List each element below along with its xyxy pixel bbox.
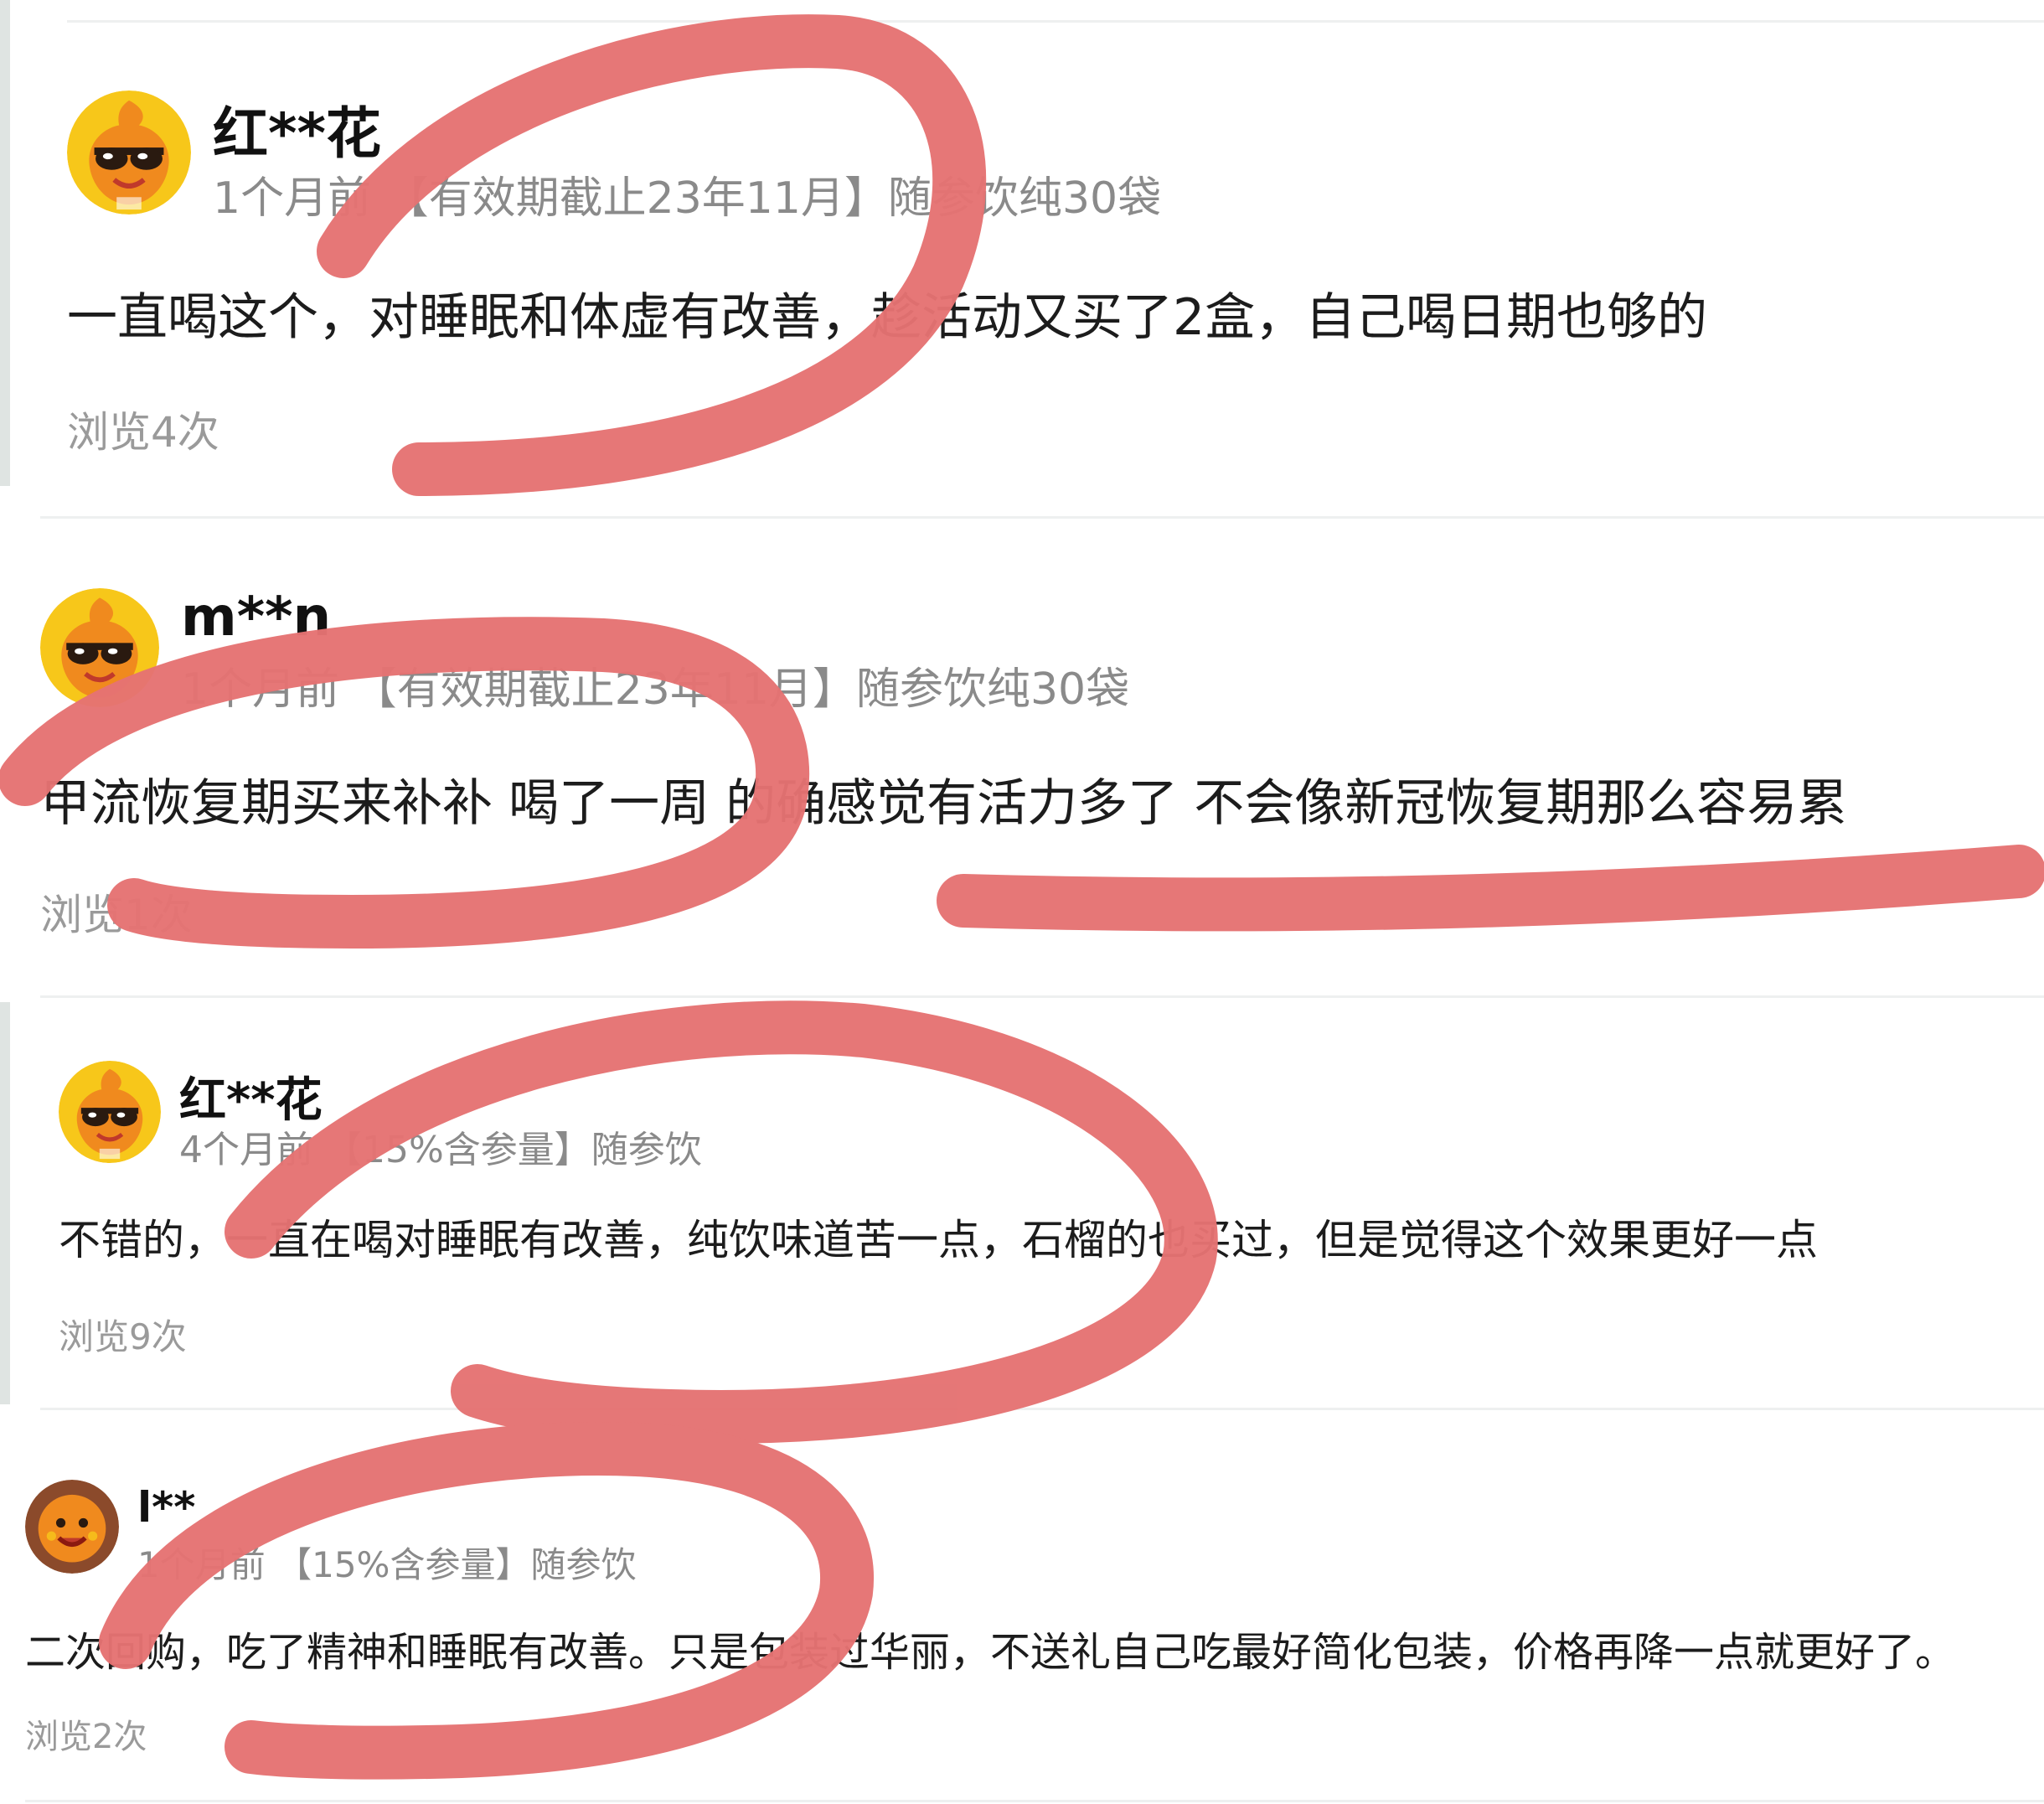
product-variant: 【有效期截止23年11月】随参饮纯30袋 <box>385 173 1162 224</box>
review-text: 甲流恢复期买来补补 喝了一周 的确感觉有活力多了 不会像新冠恢复期那么容易累 <box>40 774 1848 833</box>
divider <box>40 1408 2044 1410</box>
avatar[interactable] <box>25 1480 119 1574</box>
avatar[interactable] <box>67 90 191 215</box>
review-meta: 1个月前 【15%含参量】随参饮 <box>137 1537 636 1588</box>
view-count: 浏览4次 <box>67 408 219 457</box>
top-divider <box>67 20 2044 23</box>
product-variant: 【有效期截止23年11月】随参饮纯30袋 <box>353 664 1130 715</box>
divider <box>40 516 2044 519</box>
review-card: 红**花 1个月前 【有效期截止23年11月】随参饮纯30袋 一直喝这个，对睡眠… <box>0 0 2044 503</box>
username: l** <box>137 1483 196 1532</box>
review-meta: 4个月前 【15%含参量】随参饮 <box>179 1119 702 1173</box>
avatar[interactable] <box>40 588 159 707</box>
cartoon-sunglasses-mascot-icon <box>59 1061 161 1163</box>
review-card: m**n 1个月前 【有效期截止23年11月】随参饮纯30袋 甲流恢复期买来补补… <box>0 536 2044 989</box>
view-count: 浏览9次 <box>59 1316 187 1357</box>
review-text: 不错的，一直在喝对睡眠有改善，纯饮味道苦一点，石榴的也买过，但是觉得这个效果更好… <box>59 1216 1818 1264</box>
review-time: 1个月前 <box>181 664 340 715</box>
username: 红**花 <box>213 101 382 166</box>
review-card: 红**花 4个月前 【15%含参量】随参饮 不错的，一直在喝对睡眠有改善，纯饮味… <box>0 1002 2044 1413</box>
review-card: l** 1个月前 【15%含参量】随参饮 二次回购，吃了精神和睡眠有改善。只是包… <box>0 1424 2044 1804</box>
cartoon-smiling-mascot-icon <box>25 1480 119 1574</box>
review-time: 4个月前 <box>179 1129 313 1171</box>
card-edge-bar <box>0 0 10 486</box>
cartoon-sunglasses-mascot-icon <box>67 90 191 215</box>
username: m**n <box>181 587 332 649</box>
review-time: 1个月前 <box>137 1544 266 1585</box>
product-variant: 【15%含参量】随参饮 <box>276 1544 637 1585</box>
divider <box>40 995 2044 998</box>
review-time: 1个月前 <box>213 173 372 224</box>
avatar[interactable] <box>59 1061 161 1163</box>
review-text: 二次回购，吃了精神和睡眠有改善。只是包装过华丽，不送礼自己吃最好简化包装，价格再… <box>25 1629 1956 1676</box>
card-edge-bar <box>0 1002 10 1404</box>
view-count: 浏览1次 <box>40 891 193 939</box>
product-variant: 【15%含参量】随参饮 <box>325 1129 702 1171</box>
review-text: 一直喝这个，对睡眠和体虚有改善，趁活动又买了2盒，自己喝日期也够的 <box>67 288 1708 347</box>
view-count: 浏览2次 <box>25 1718 147 1756</box>
divider <box>25 1800 2044 1802</box>
review-meta: 1个月前 【有效期截止23年11月】随参饮纯30袋 <box>181 654 1129 716</box>
review-meta: 1个月前 【有效期截止23年11月】随参饮纯30袋 <box>213 163 1161 225</box>
cartoon-sunglasses-mascot-icon <box>40 588 159 707</box>
